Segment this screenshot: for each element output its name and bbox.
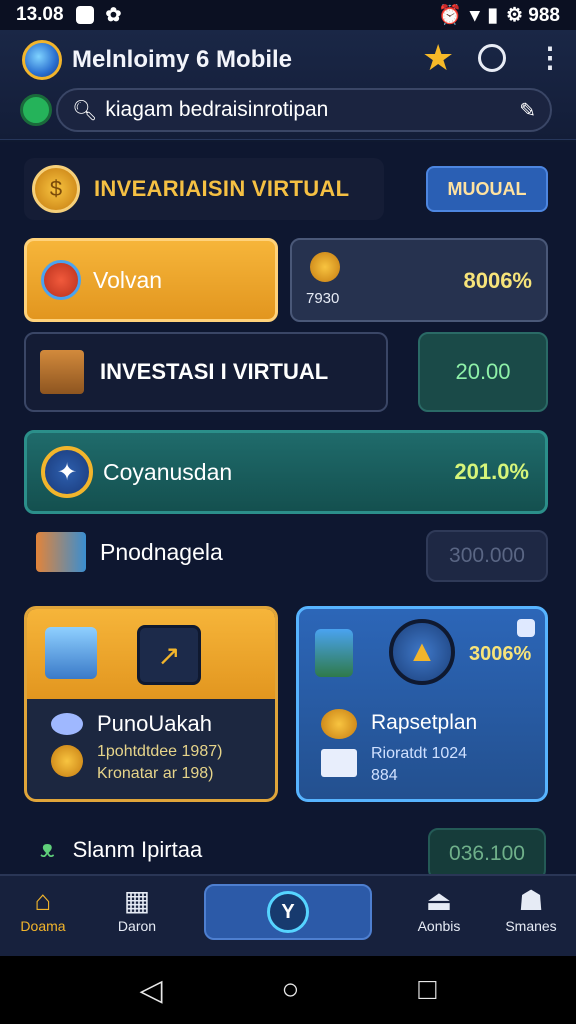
pnodnagela-value: 300.000 bbox=[449, 544, 525, 567]
app-bar: Melnloimy 6 Mobile ★ ⋮ 🔍︎ ✎ bbox=[0, 30, 576, 140]
home-circle-icon[interactable]: ○ bbox=[281, 973, 299, 1007]
battery-icon: ▮ bbox=[487, 4, 498, 26]
gold-coin-icon: $ bbox=[32, 165, 80, 213]
link-icon bbox=[51, 713, 83, 735]
status-bar: 13.08 ✿ ⏰ ▾ ▮ ⚙ 988 bbox=[0, 0, 576, 30]
panel-right-pct: 3006% bbox=[469, 643, 532, 665]
home-icon: ⌂ bbox=[34, 885, 52, 916]
panel-left-top: ↗ bbox=[27, 609, 275, 699]
section-header: $ INVEARIAISIN VIRTUAL bbox=[24, 158, 384, 220]
notification-icon bbox=[75, 6, 94, 24]
section-title: INVEARIAISIN VIRTUAL bbox=[94, 176, 350, 201]
nav-fourth[interactable]: ⏏ Aonbis bbox=[396, 884, 482, 934]
close-icon[interactable] bbox=[517, 619, 535, 637]
card-icon bbox=[321, 749, 357, 777]
slanm-value-box: 036.100 bbox=[428, 828, 546, 880]
slanm-label: Slanm Ipirtaa bbox=[72, 837, 203, 862]
coyanusdan-label: Coyanusdan bbox=[103, 458, 233, 485]
panel-right-line2: 884 bbox=[371, 767, 398, 784]
investasi-label: INVESTASI I VIRTUAL bbox=[100, 359, 329, 384]
stat-card[interactable]: 7930 8006% bbox=[290, 238, 548, 322]
dollar-coin-icon bbox=[41, 260, 81, 300]
nav-home[interactable]: ⌂ Doama bbox=[0, 884, 86, 934]
panel-right-line1: Rioratdt 1024 bbox=[371, 745, 468, 762]
small-coin-icon bbox=[310, 252, 340, 282]
coyanusdan-value: 201.0% bbox=[454, 459, 529, 484]
volvan-label: Volvan bbox=[93, 266, 163, 293]
investasi-card[interactable]: INVESTASI I VIRTUAL bbox=[24, 332, 388, 412]
pnodnagela-label: Pnodnagela bbox=[100, 538, 223, 565]
investasi-value-box: 20.00 bbox=[418, 332, 548, 412]
box-icon bbox=[40, 350, 84, 394]
handshake-icon: ᴥ bbox=[40, 836, 55, 863]
status-right-text: ⚙ 988 bbox=[505, 4, 560, 26]
sync-icon[interactable] bbox=[478, 44, 506, 72]
compass-coin-icon: ✦ bbox=[41, 446, 93, 498]
stat-value: 8006% bbox=[463, 268, 532, 293]
profile-icon: ☗ bbox=[518, 885, 544, 916]
nav-second[interactable]: ▦ Daron bbox=[94, 884, 180, 934]
app-notif-icon: ✿ bbox=[105, 4, 122, 26]
edit-icon[interactable]: ✎ bbox=[519, 98, 536, 123]
shield-coin-icon: ▲ bbox=[389, 619, 455, 685]
nav-fifth-label: Smanes bbox=[505, 918, 557, 934]
app-logo-icon bbox=[22, 40, 62, 80]
rapsetplan-panel[interactable]: ▲ 3006% Rapsetplan Rioratdt 1024 884 bbox=[296, 606, 548, 802]
slanm-value: 036.100 bbox=[449, 842, 525, 865]
stat-sub: 7930 bbox=[306, 290, 340, 307]
investasi-value: 20.00 bbox=[455, 359, 511, 384]
nav-fourth-label: Aonbis bbox=[417, 918, 461, 934]
volvan-card[interactable]: Volvan bbox=[24, 238, 278, 322]
punouakah-title: PunoUakah bbox=[97, 711, 212, 736]
app-title: Melnloimy 6 Mobile bbox=[72, 46, 293, 73]
coyanusdan-card[interactable]: ✦ Coyanusdan 201.0% bbox=[24, 430, 548, 514]
search-bar[interactable]: 🔍︎ ✎ bbox=[56, 88, 552, 132]
nav-home-label: Doama bbox=[20, 918, 66, 934]
main-content: $ INVEARIAISIN VIRTUAL MUOUAL Volvan 793… bbox=[0, 142, 576, 880]
coins-icon bbox=[321, 709, 357, 739]
panel-left-line1: 1pohtdtdee 1987) bbox=[97, 743, 223, 760]
nav-fifth[interactable]: ☗ Smanes bbox=[488, 884, 574, 934]
coin-stack-icon bbox=[51, 745, 83, 777]
alarm-icon: ⏰ bbox=[438, 5, 462, 26]
punouakah-panel[interactable]: ↗ PunoUakah 1pohtdtdee 1987) Kronatar ar… bbox=[24, 606, 278, 802]
system-nav-bar: ◁ ○ □ bbox=[0, 956, 576, 1024]
manual-button[interactable]: MUOUAL bbox=[426, 166, 548, 212]
star-icon[interactable]: ★ bbox=[422, 40, 454, 76]
recents-icon[interactable]: □ bbox=[418, 973, 436, 1007]
rapsetplan-title: Rapsetplan bbox=[371, 711, 478, 734]
chart-up-icon: ↗ bbox=[137, 625, 201, 685]
status-time: 13.08 bbox=[16, 4, 64, 25]
panel-left-line2: Kronatar ar 198) bbox=[97, 765, 214, 782]
cards-icon: ▦ bbox=[123, 885, 151, 916]
pnodnagela-value-box: 300.000 bbox=[426, 530, 548, 582]
back-icon[interactable]: ◁ bbox=[139, 973, 162, 1008]
pnodnagela-row[interactable]: Pnodnagela bbox=[36, 532, 223, 572]
wifi-icon: ▾ bbox=[469, 4, 480, 26]
center-logo-icon: Y bbox=[267, 891, 309, 933]
nav-second-label: Daron bbox=[117, 918, 157, 934]
whatsapp-icon[interactable] bbox=[20, 94, 52, 126]
center-action-button[interactable]: Y bbox=[204, 884, 372, 940]
search-icon: 🔍︎ bbox=[72, 99, 98, 122]
more-menu-icon[interactable]: ⋮ bbox=[536, 44, 564, 72]
books-icon bbox=[36, 532, 86, 572]
slanm-row[interactable]: ᴥ Slanm Ipirtaa bbox=[40, 836, 202, 864]
lock-icon: ⏏ bbox=[425, 885, 453, 916]
bottom-nav: ⌂ Doama ▦ Daron Y ⏏ Aonbis ☗ Smanes bbox=[0, 874, 576, 956]
trophy-icon bbox=[315, 629, 353, 677]
money-icon bbox=[45, 627, 97, 679]
search-input[interactable] bbox=[105, 98, 520, 122]
